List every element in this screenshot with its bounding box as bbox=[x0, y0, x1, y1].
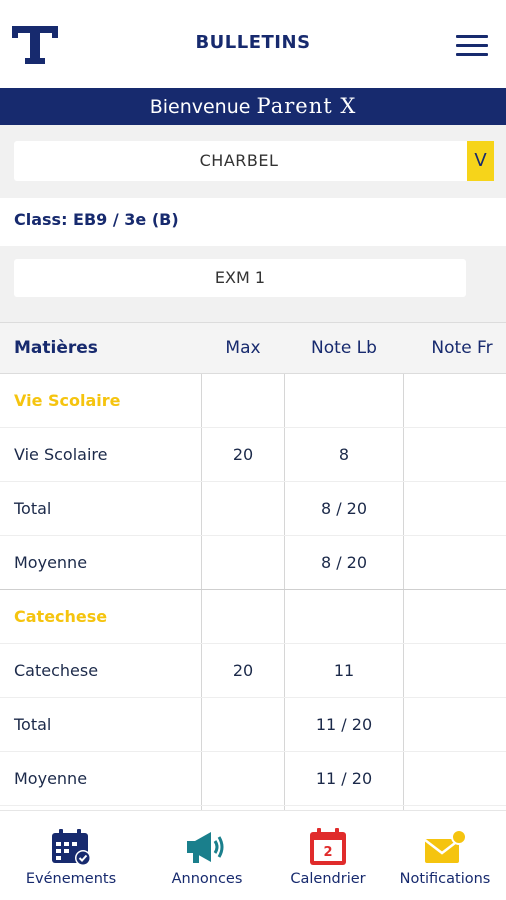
table-row: Moyenne 11 / 20 bbox=[0, 752, 506, 806]
welcome-banner: Bienvenue Parent X bbox=[0, 88, 506, 125]
table-group-row: Vie Scolaire bbox=[0, 374, 506, 428]
nav-events-label: Evénements bbox=[25, 871, 117, 887]
welcome-user-name: Parent X bbox=[256, 94, 357, 118]
group-title: Vie Scolaire bbox=[14, 391, 121, 410]
cell-note-lb: 8 / 20 bbox=[320, 553, 368, 572]
envelope-icon bbox=[424, 829, 467, 863]
calendar-day-icon: 2 bbox=[310, 828, 346, 865]
exam-select[interactable]: EXM 1 bbox=[14, 259, 466, 297]
cell-subject: Vie Scolaire bbox=[14, 445, 108, 464]
page-title: BULLETINS bbox=[195, 32, 311, 53]
bottom-nav: Evénements Annonces 2 Calendrier Notific… bbox=[0, 810, 506, 900]
class-info-row: Class: EB9 / 3e (B) bbox=[0, 198, 506, 246]
table-row: Catechese 20 11 bbox=[0, 644, 506, 698]
hamburger-menu-icon[interactable] bbox=[454, 32, 490, 58]
table-row: Moyenne 8 / 20 bbox=[0, 536, 506, 590]
welcome-prefix: Bienvenue bbox=[149, 96, 251, 118]
header-note-lb: Note Lb bbox=[311, 338, 377, 358]
cell-max: 20 bbox=[232, 661, 254, 680]
nav-calendar-label: Calendrier bbox=[290, 871, 366, 887]
cell-max: 20 bbox=[232, 445, 254, 464]
grades-table-body: Vie Scolaire Vie Scolaire 20 8 Total 8 / 20 Mo… bbox=[0, 374, 506, 810]
cell-note-lb: 11 / 20 bbox=[315, 715, 373, 734]
cell-subject: Catechese bbox=[14, 661, 99, 680]
cell-note-lb: 11 / 20 bbox=[315, 769, 373, 788]
nav-calendar[interactable]: 2 Calendrier bbox=[272, 811, 384, 900]
student-select-value: CHARBEL bbox=[199, 151, 279, 170]
cell-note-lb: 11 bbox=[333, 661, 355, 680]
table-row: Total 11 / 20 bbox=[0, 698, 506, 752]
cell-subject: Total bbox=[14, 715, 52, 734]
grades-table-header: Matières Max Note Lb Note Fr bbox=[0, 322, 506, 374]
nav-announcements-label: Annonces bbox=[171, 871, 243, 887]
student-select[interactable]: CHARBEL V bbox=[14, 141, 494, 181]
table-group-row: Catechese bbox=[0, 590, 506, 644]
header-note-fr: Note Fr bbox=[431, 338, 493, 358]
app-header: BULLETINS bbox=[0, 0, 506, 88]
table-row: Total 8 / 20 bbox=[0, 482, 506, 536]
class-info: Class: EB9 / 3e (B) bbox=[14, 210, 179, 229]
calendar-check-icon bbox=[52, 829, 91, 866]
nav-events[interactable]: Evénements bbox=[0, 811, 142, 900]
cell-subject: Moyenne bbox=[14, 769, 88, 788]
nav-notifications-label: Notifications bbox=[399, 871, 491, 887]
cell-subject: Total bbox=[14, 499, 52, 518]
dropdown-arrow-button[interactable]: V bbox=[467, 141, 494, 181]
cell-note-lb: 8 / 20 bbox=[320, 499, 368, 518]
cell-note-lb: 8 bbox=[338, 445, 350, 464]
nav-announcements[interactable]: Annonces bbox=[142, 811, 272, 900]
group-title: Catechese bbox=[14, 607, 108, 626]
header-max: Max bbox=[225, 338, 261, 358]
cell-subject: Moyenne bbox=[14, 553, 88, 572]
nav-notifications[interactable]: Notifications bbox=[384, 811, 506, 900]
header-subject: Matières bbox=[14, 338, 98, 358]
calendar-badge: 2 bbox=[323, 845, 332, 860]
table-row: Vie Scolaire 20 8 bbox=[0, 428, 506, 482]
megaphone-icon bbox=[187, 832, 224, 863]
